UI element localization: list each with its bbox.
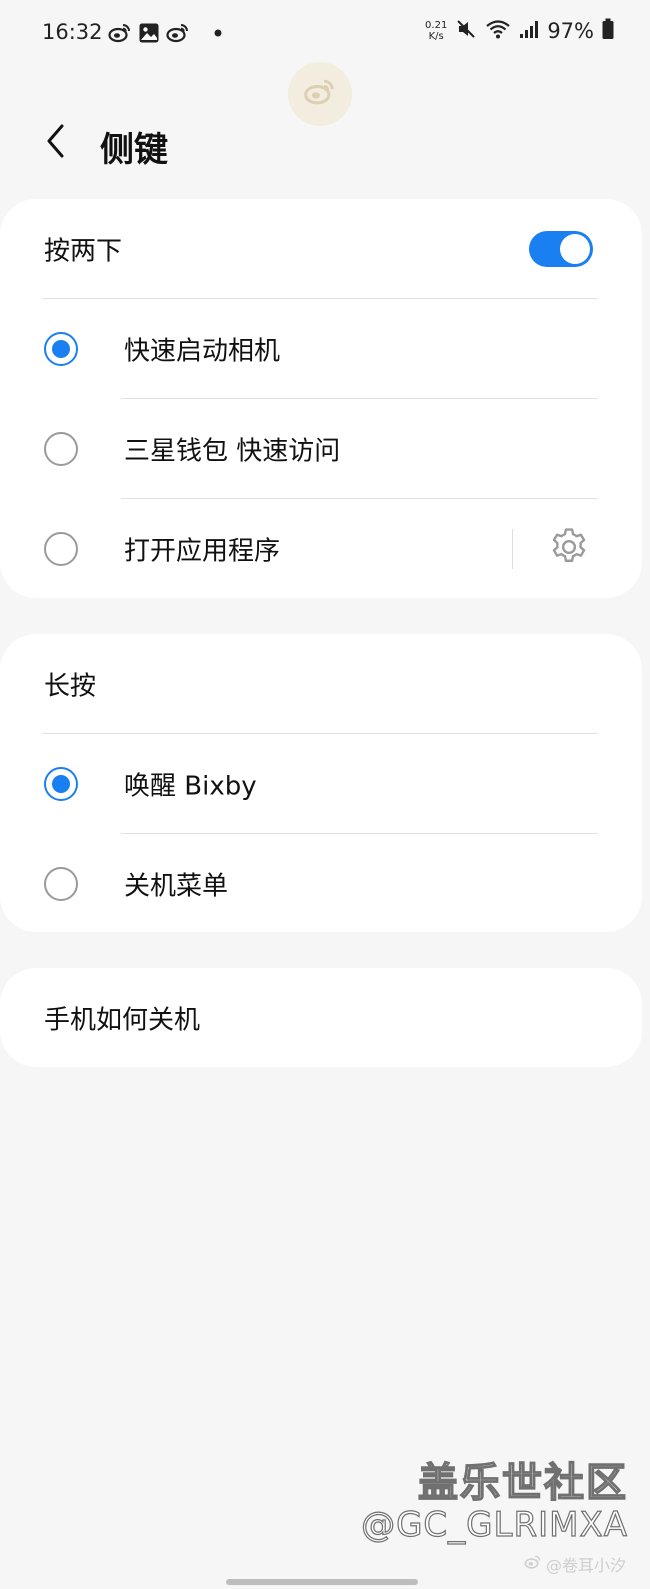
- gear-icon: [547, 525, 591, 573]
- weibo-icon: [524, 1554, 542, 1574]
- option-row-samsung-wallet[interactable]: 三星钱包 快速访问: [0, 399, 642, 499]
- wifi-icon: [485, 18, 511, 44]
- dot-icon: [214, 29, 222, 37]
- watermark-weibo: @卷耳小汐: [524, 1552, 626, 1576]
- radio-power-menu[interactable]: [44, 867, 78, 901]
- gallery-icon: [138, 22, 160, 44]
- radio-quick-camera[interactable]: [44, 332, 78, 366]
- option-row-open-app[interactable]: 打开应用程序: [0, 499, 642, 599]
- weibo-icon: [302, 77, 338, 111]
- network-speed-unit: K/s: [428, 31, 444, 42]
- status-right: 0.21 K/s 97%: [425, 18, 614, 44]
- option-row-power-menu[interactable]: 关机菜单: [0, 834, 642, 934]
- network-speed: 0.21 K/s: [425, 20, 447, 42]
- weibo-icon: [108, 22, 132, 44]
- home-indicator[interactable]: [226, 1579, 418, 1585]
- option-row-wake-bixby[interactable]: 唤醒 Bixby: [0, 734, 642, 834]
- option-label-wake-bixby: 唤醒 Bixby: [124, 771, 257, 802]
- mute-icon: [455, 18, 477, 44]
- chevron-left-icon: [44, 123, 68, 163]
- page-title: 侧键: [100, 130, 168, 170]
- radio-wake-bixby[interactable]: [44, 767, 78, 801]
- battery-icon: [602, 18, 614, 44]
- double-press-card: 按两下 快速启动相机 三星钱包 快速访问 打开应用程序: [0, 199, 642, 598]
- vertical-separator: [512, 529, 513, 569]
- status-bar: 16:32 0.21 K/s 97%: [0, 0, 650, 70]
- weibo-icon: [166, 22, 190, 44]
- double-press-toggle[interactable]: [529, 231, 593, 267]
- watermark-handle: @GC_GLRIMXA: [360, 1504, 628, 1545]
- battery-percent: 97%: [547, 19, 594, 43]
- how-to-power-off-row[interactable]: 手机如何关机: [0, 968, 642, 1068]
- how-to-power-off-card[interactable]: 手机如何关机: [0, 968, 642, 1067]
- option-label-open-app: 打开应用程序: [124, 536, 281, 567]
- radio-open-app[interactable]: [44, 532, 78, 566]
- long-press-card: 长按 唤醒 Bixby 关机菜单: [0, 634, 642, 932]
- watermark-community: 盖乐世社区: [417, 1459, 628, 1507]
- option-label-quick-camera: 快速启动相机: [124, 336, 281, 367]
- option-label-samsung-wallet: 三星钱包 快速访问: [124, 436, 341, 467]
- header: 侧键: [0, 108, 650, 178]
- double-press-label: 按两下: [44, 236, 123, 267]
- how-to-power-off-label: 手机如何关机: [44, 1005, 201, 1036]
- toggle-knob: [560, 234, 590, 264]
- long-press-label: 长按: [44, 671, 97, 702]
- back-button[interactable]: [36, 118, 76, 168]
- open-app-settings-button[interactable]: [546, 526, 592, 572]
- double-press-toggle-row[interactable]: 按两下: [0, 199, 642, 299]
- notification-icons: [108, 22, 222, 44]
- radio-samsung-wallet[interactable]: [44, 432, 78, 466]
- option-row-quick-camera[interactable]: 快速启动相机: [0, 299, 642, 399]
- long-press-header-row: 长按: [0, 634, 642, 734]
- option-label-power-menu: 关机菜单: [124, 871, 229, 902]
- watermark-weibo-user: @卷耳小汐: [545, 1556, 626, 1575]
- network-speed-value: 0.21: [425, 20, 448, 31]
- status-time: 16:32: [42, 20, 103, 44]
- signal-icon: [519, 19, 539, 43]
